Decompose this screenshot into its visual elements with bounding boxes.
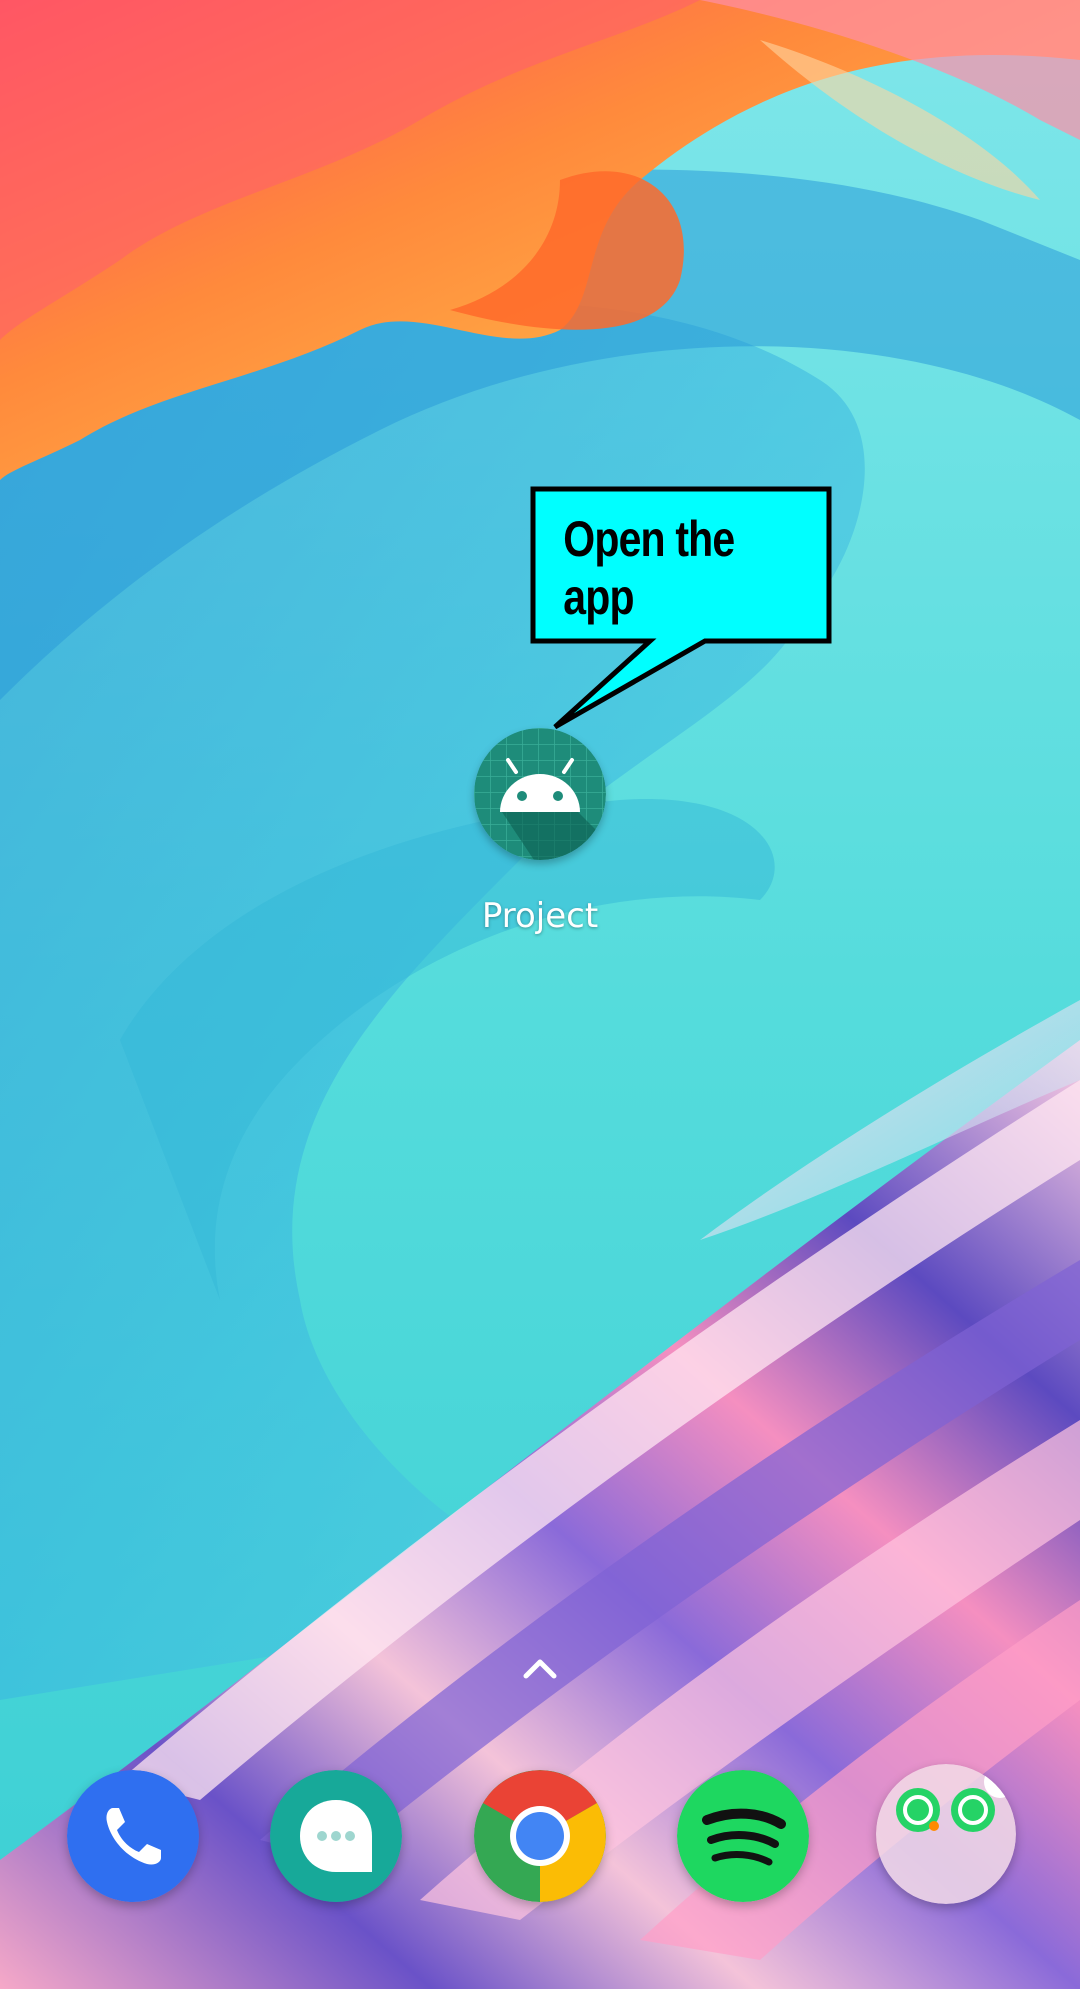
dock-messages[interactable]: [270, 1770, 402, 1902]
message-bubble-icon: [270, 1770, 402, 1902]
home-screen: Open the app Project: [0, 0, 1080, 1989]
app-project[interactable]: Project: [470, 728, 610, 936]
android-icon[interactable]: [474, 728, 606, 860]
phone-icon: [67, 1770, 199, 1902]
wallpaper: [0, 0, 1080, 1989]
dock-spotify[interactable]: [677, 1770, 809, 1902]
dock-chrome[interactable]: [474, 1770, 606, 1902]
callout-text: Open the app: [563, 511, 735, 625]
app-label: Project: [481, 896, 599, 936]
chevron-up-icon[interactable]: [520, 1652, 560, 1682]
whatsapp-icon: [896, 1788, 940, 1832]
chrome-icon: [474, 1770, 606, 1902]
dock-phone[interactable]: [67, 1770, 199, 1902]
folder-icon: [876, 1764, 1016, 1904]
dock-folder[interactable]: [876, 1764, 1016, 1904]
whatsapp-icon: [951, 1788, 995, 1832]
spotify-icon: [677, 1770, 809, 1902]
